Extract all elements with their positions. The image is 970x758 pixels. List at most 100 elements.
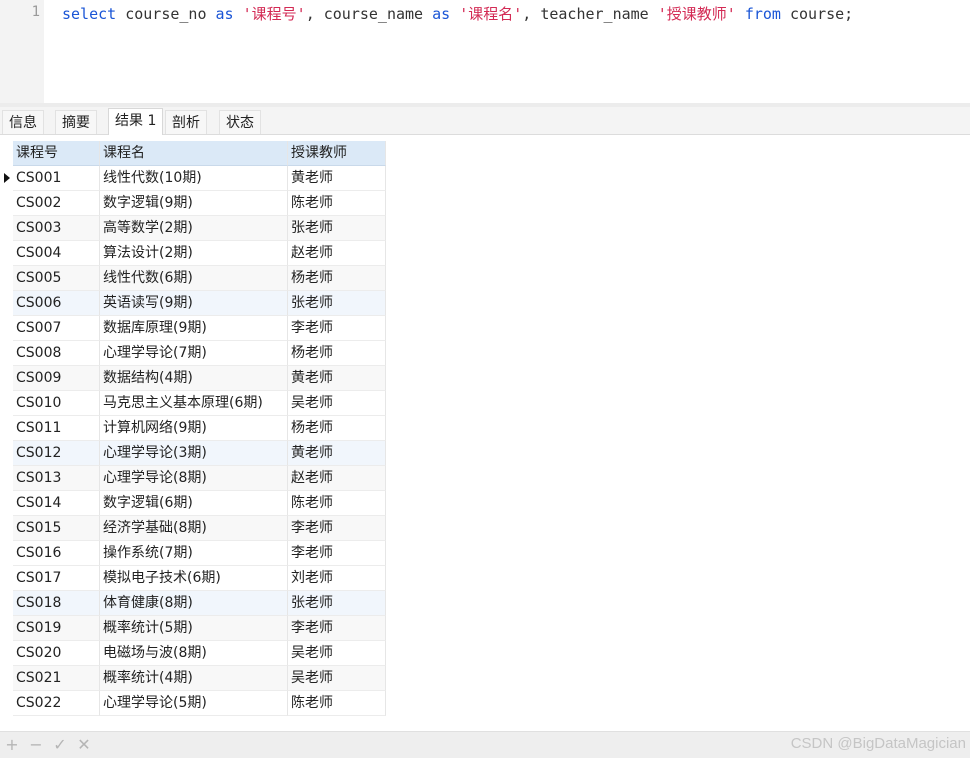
cell-course-no[interactable]: CS006	[13, 291, 100, 316]
cell-course-name[interactable]: 心理学导论(3期)	[100, 441, 288, 466]
table-row[interactable]: CS003 高等数学(2期) 张老师	[0, 216, 386, 241]
column-header-teacher[interactable]: 授课教师	[288, 141, 386, 166]
cell-course-no[interactable]: CS014	[13, 491, 100, 516]
cell-course-no[interactable]: CS008	[13, 341, 100, 366]
cell-course-name[interactable]: 心理学导论(5期)	[100, 691, 288, 716]
cell-course-no[interactable]: CS017	[13, 566, 100, 591]
cell-course-no[interactable]: CS010	[13, 391, 100, 416]
cell-course-name[interactable]: 数据库原理(9期)	[100, 316, 288, 341]
cell-teacher[interactable]: 杨老师	[288, 416, 386, 441]
cell-teacher[interactable]: 黄老师	[288, 166, 386, 191]
cell-course-no[interactable]: CS003	[13, 216, 100, 241]
minus-icon[interactable]: −	[28, 735, 44, 754]
cell-course-name[interactable]: 英语读写(9期)	[100, 291, 288, 316]
cell-course-name[interactable]: 心理学导论(7期)	[100, 341, 288, 366]
cell-teacher[interactable]: 李老师	[288, 516, 386, 541]
cell-course-no[interactable]: CS020	[13, 641, 100, 666]
column-header-course-name[interactable]: 课程名	[100, 141, 288, 166]
cell-teacher[interactable]: 李老师	[288, 541, 386, 566]
cell-course-no[interactable]: CS007	[13, 316, 100, 341]
table-row[interactable]: CS007 数据库原理(9期) 李老师	[0, 316, 386, 341]
table-row[interactable]: CS014 数字逻辑(6期) 陈老师	[0, 491, 386, 516]
cell-course-name[interactable]: 线性代数(6期)	[100, 266, 288, 291]
cell-teacher[interactable]: 陈老师	[288, 691, 386, 716]
table-row[interactable]: CS001 线性代数(10期) 黄老师	[0, 166, 386, 191]
cell-teacher[interactable]: 李老师	[288, 316, 386, 341]
cell-course-name[interactable]: 心理学导论(8期)	[100, 466, 288, 491]
table-row[interactable]: CS017 模拟电子技术(6期) 刘老师	[0, 566, 386, 591]
cell-course-no[interactable]: CS015	[13, 516, 100, 541]
cell-course-name[interactable]: 高等数学(2期)	[100, 216, 288, 241]
cell-course-name[interactable]: 数据结构(4期)	[100, 366, 288, 391]
check-icon[interactable]: ✓	[52, 735, 68, 754]
cell-course-name[interactable]: 电磁场与波(8期)	[100, 641, 288, 666]
cell-course-no[interactable]: CS018	[13, 591, 100, 616]
cell-course-no[interactable]: CS004	[13, 241, 100, 266]
cell-course-name[interactable]: 经济学基础(8期)	[100, 516, 288, 541]
cell-course-name[interactable]: 马克思主义基本原理(6期)	[100, 391, 288, 416]
table-row[interactable]: CS013 心理学导论(8期) 赵老师	[0, 466, 386, 491]
table-row[interactable]: CS005 线性代数(6期) 杨老师	[0, 266, 386, 291]
sql-editor[interactable]: 1 select course_no as '课程号', course_name…	[0, 0, 970, 103]
cell-course-no[interactable]: CS009	[13, 366, 100, 391]
cell-course-name[interactable]: 操作系统(7期)	[100, 541, 288, 566]
cell-teacher[interactable]: 吴老师	[288, 641, 386, 666]
table-row[interactable]: CS004 算法设计(2期) 赵老师	[0, 241, 386, 266]
cell-teacher[interactable]: 张老师	[288, 591, 386, 616]
table-row[interactable]: CS021 概率统计(4期) 吴老师	[0, 666, 386, 691]
cell-course-no[interactable]: CS019	[13, 616, 100, 641]
cell-teacher[interactable]: 刘老师	[288, 566, 386, 591]
table-row[interactable]: CS008 心理学导论(7期) 杨老师	[0, 341, 386, 366]
table-row[interactable]: CS006 英语读写(9期) 张老师	[0, 291, 386, 316]
table-row[interactable]: CS015 经济学基础(8期) 李老师	[0, 516, 386, 541]
cell-course-name[interactable]: 计算机网络(9期)	[100, 416, 288, 441]
cell-teacher[interactable]: 杨老师	[288, 266, 386, 291]
cell-teacher[interactable]: 陈老师	[288, 491, 386, 516]
tab-result-1[interactable]: 结果 1	[108, 108, 164, 135]
cell-teacher[interactable]: 杨老师	[288, 341, 386, 366]
cell-teacher[interactable]: 黄老师	[288, 366, 386, 391]
cell-course-no[interactable]: CS011	[13, 416, 100, 441]
sql-code-line[interactable]: select course_no as '课程号', course_name a…	[62, 4, 853, 24]
tab-status[interactable]: 状态	[219, 110, 261, 134]
table-row[interactable]: CS020 电磁场与波(8期) 吴老师	[0, 641, 386, 666]
tab-info[interactable]: 信息	[2, 110, 44, 134]
cell-course-name[interactable]: 体育健康(8期)	[100, 591, 288, 616]
close-icon[interactable]: ✕	[76, 735, 92, 754]
cell-course-name[interactable]: 算法设计(2期)	[100, 241, 288, 266]
cell-course-name[interactable]: 概率统计(4期)	[100, 666, 288, 691]
cell-course-name[interactable]: 线性代数(10期)	[100, 166, 288, 191]
table-row[interactable]: CS022 心理学导论(5期) 陈老师	[0, 691, 386, 716]
tab-summary[interactable]: 摘要	[55, 110, 97, 134]
cell-teacher[interactable]: 黄老师	[288, 441, 386, 466]
cell-course-name[interactable]: 概率统计(5期)	[100, 616, 288, 641]
table-row[interactable]: CS010 马克思主义基本原理(6期) 吴老师	[0, 391, 386, 416]
cell-teacher[interactable]: 李老师	[288, 616, 386, 641]
column-header-course-no[interactable]: 课程号	[13, 141, 100, 166]
cell-teacher[interactable]: 赵老师	[288, 466, 386, 491]
cell-course-no[interactable]: CS016	[13, 541, 100, 566]
cell-course-name[interactable]: 数字逻辑(6期)	[100, 491, 288, 516]
cell-course-no[interactable]: CS022	[13, 691, 100, 716]
cell-teacher[interactable]: 陈老师	[288, 191, 386, 216]
cell-teacher[interactable]: 吴老师	[288, 391, 386, 416]
cell-course-no[interactable]: CS012	[13, 441, 100, 466]
table-row[interactable]: CS018 体育健康(8期) 张老师	[0, 591, 386, 616]
table-row[interactable]: CS012 心理学导论(3期) 黄老师	[0, 441, 386, 466]
cell-teacher[interactable]: 吴老师	[288, 666, 386, 691]
table-row[interactable]: CS009 数据结构(4期) 黄老师	[0, 366, 386, 391]
tab-profile[interactable]: 剖析	[165, 110, 207, 134]
plus-icon[interactable]: +	[4, 735, 20, 754]
table-row[interactable]: CS016 操作系统(7期) 李老师	[0, 541, 386, 566]
cell-course-no[interactable]: CS013	[13, 466, 100, 491]
table-row[interactable]: CS019 概率统计(5期) 李老师	[0, 616, 386, 641]
cell-course-name[interactable]: 模拟电子技术(6期)	[100, 566, 288, 591]
cell-course-no[interactable]: CS001	[13, 166, 100, 191]
table-row[interactable]: CS002 数字逻辑(9期) 陈老师	[0, 191, 386, 216]
cell-teacher[interactable]: 张老师	[288, 216, 386, 241]
cell-course-no[interactable]: CS002	[13, 191, 100, 216]
cell-teacher[interactable]: 赵老师	[288, 241, 386, 266]
cell-course-name[interactable]: 数字逻辑(9期)	[100, 191, 288, 216]
table-row[interactable]: CS011 计算机网络(9期) 杨老师	[0, 416, 386, 441]
cell-course-no[interactable]: CS021	[13, 666, 100, 691]
